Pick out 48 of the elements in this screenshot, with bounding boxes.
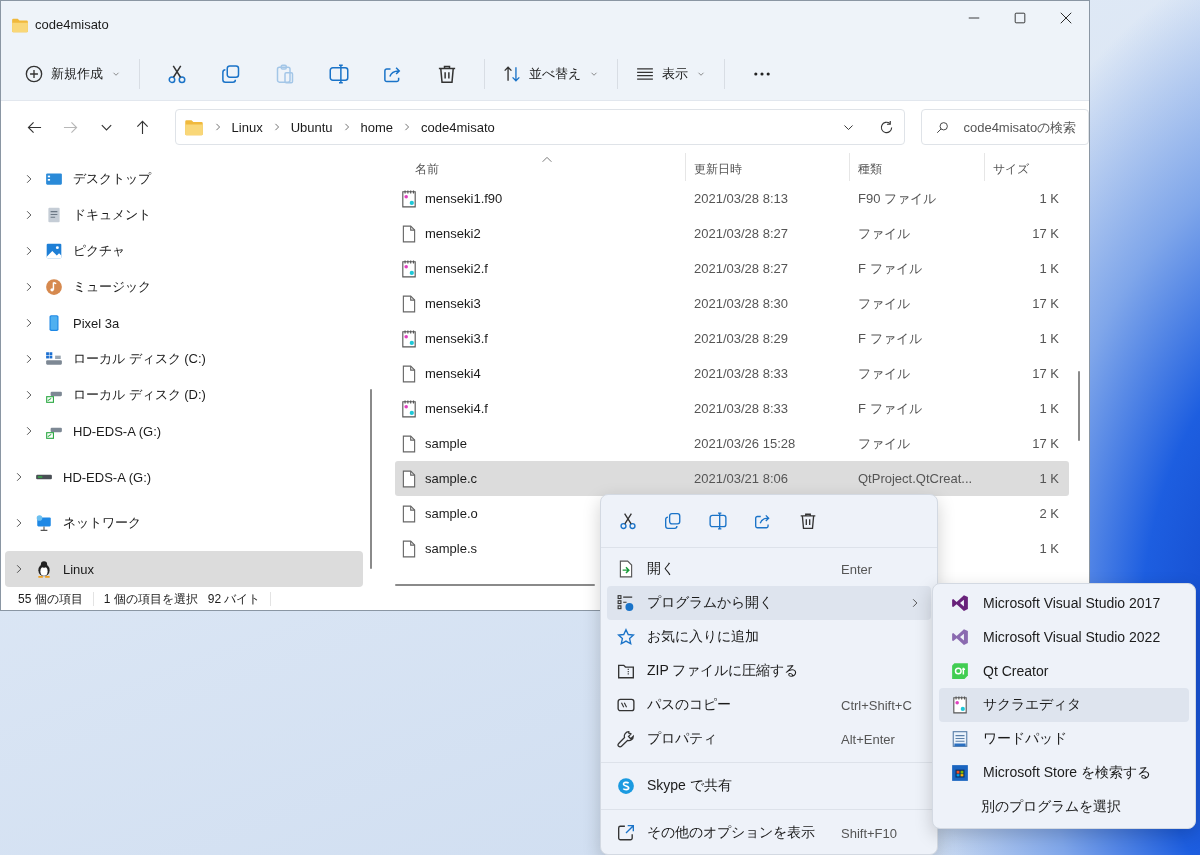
file-name: menseki3 xyxy=(425,296,481,311)
file-size: 1 K xyxy=(1038,401,1060,416)
file-type: ファイル xyxy=(857,294,911,313)
file-type: F90 ファイル xyxy=(857,189,937,208)
file-size: 17 K xyxy=(1031,296,1060,311)
file-name: menseki2 xyxy=(425,226,481,241)
file-type: F ファイル xyxy=(857,259,923,278)
file-size: 17 K xyxy=(1031,436,1060,451)
file-type: ファイル xyxy=(857,434,911,453)
shortcut-text: Alt+Enter xyxy=(841,731,896,747)
file-name: sample.o xyxy=(425,506,478,521)
file-type: QtProject.QtCreat... xyxy=(857,471,974,486)
shortcut-text: Ctrl+Shift+C xyxy=(841,697,913,713)
modified-date: 2021/03/28 8:13 xyxy=(693,191,789,206)
file-name: sample.s xyxy=(425,541,478,556)
file-size: 17 K xyxy=(1031,226,1060,241)
file-type: F ファイル xyxy=(857,399,923,418)
shortcut-text: Shift+F10 xyxy=(841,825,898,841)
file-size: 1 K xyxy=(1038,261,1060,276)
modified-date: 2021/03/26 15:28 xyxy=(693,436,797,451)
file-name: menseki3.f xyxy=(425,331,488,346)
file-name: menseki4 xyxy=(425,366,481,381)
item-count: 55 個の項目 xyxy=(18,590,83,608)
file-name: menseki4.f xyxy=(425,401,488,416)
file-name: menseki2.f xyxy=(425,261,488,276)
file-type: F ファイル xyxy=(857,329,923,348)
file-name: sample.c xyxy=(425,471,478,486)
file-size: 1 K xyxy=(1038,191,1060,206)
shortcut-text: Enter xyxy=(841,561,874,577)
modified-date: 2021/03/21 8:06 xyxy=(693,471,789,486)
modified-date: 2021/03/28 8:33 xyxy=(693,366,789,381)
file-size: 2 K xyxy=(1038,506,1060,521)
file-size: 1 K xyxy=(1038,541,1060,556)
file-type: ファイル xyxy=(857,224,911,243)
modified-date: 2021/03/28 8:27 xyxy=(693,261,789,276)
file-size: 17 K xyxy=(1031,366,1060,381)
modified-date: 2021/03/28 8:29 xyxy=(693,331,789,346)
file-size: 1 K xyxy=(1038,471,1060,486)
file-name: menseki1.f90 xyxy=(425,191,503,206)
file-name: sample xyxy=(425,436,467,451)
modified-date: 2021/03/28 8:27 xyxy=(693,226,789,241)
modified-date: 2021/03/28 8:33 xyxy=(693,401,789,416)
selection-size: 92 バイト xyxy=(207,590,261,608)
window-title: code4misato xyxy=(35,17,109,32)
modified-date: 2021/03/28 8:30 xyxy=(693,296,789,311)
file-type: ファイル xyxy=(857,364,911,383)
file-size: 1 K xyxy=(1038,331,1060,346)
selection-info: 1 個の項目を選択 xyxy=(103,590,198,608)
